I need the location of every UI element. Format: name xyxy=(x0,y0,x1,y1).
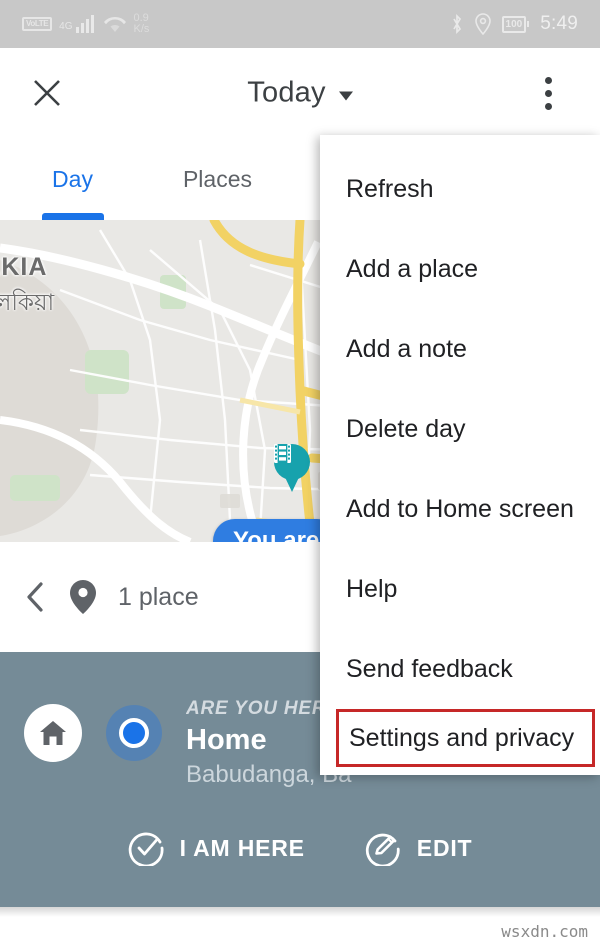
battery-indicator: 100 xyxy=(501,15,530,33)
phone-screen: VoLTE 4G 0.9 K/s 100 5:49 Today Day Plac… xyxy=(0,0,600,949)
theater-pin[interactable] xyxy=(274,444,310,492)
status-bar-right: 100 5:49 xyxy=(450,13,578,35)
tab-day[interactable]: Day xyxy=(0,138,145,220)
signal-bars-icon xyxy=(75,15,94,33)
watermark: wsxdn.com xyxy=(501,922,588,941)
overflow-dot-1 xyxy=(544,76,552,84)
app-bar: Today xyxy=(0,48,600,138)
menu-item-delete-day[interactable]: Delete day xyxy=(320,389,600,469)
tab-active-indicator xyxy=(41,213,104,220)
volte-icon: VoLTE xyxy=(22,17,53,31)
clock: 5:49 xyxy=(540,13,578,34)
status-bar-left: VoLTE 4G 0.9 K/s xyxy=(22,13,149,35)
tab-places-label: Places xyxy=(182,165,253,192)
chevron-left-icon xyxy=(27,582,43,612)
edit-pencil-circle-icon xyxy=(365,833,400,866)
app-bar-title-group: Today xyxy=(0,77,600,110)
selected-radio-icon[interactable] xyxy=(106,705,162,761)
status-bar: VoLTE 4G 0.9 K/s 100 5:49 xyxy=(0,0,600,48)
close-button[interactable] xyxy=(26,72,68,114)
page-title[interactable]: Today xyxy=(247,77,325,110)
location-icon xyxy=(474,13,491,35)
menu-item-add-to-home-screen[interactable]: Add to Home screen xyxy=(320,469,600,549)
place-count-label: 1 place xyxy=(118,582,199,611)
place-count-group[interactable]: 1 place xyxy=(70,580,199,614)
network-speed-unit: K/s xyxy=(133,23,150,35)
place-pin-icon xyxy=(70,580,96,614)
chevron-down-icon[interactable] xyxy=(338,91,353,100)
card-action-bar: I AM HERE EDIT xyxy=(0,830,600,866)
you-are-callout-label: You are xyxy=(233,527,320,542)
close-icon xyxy=(34,80,60,106)
map-label-salkia-bengali: ালকিয়া xyxy=(0,289,55,315)
menu-item-settings-and-privacy[interactable]: Settings and privacy xyxy=(336,709,595,767)
home-icon xyxy=(40,721,66,745)
home-avatar xyxy=(24,704,82,762)
card-bottom-shadow xyxy=(0,907,600,917)
previous-day-button[interactable] xyxy=(0,581,70,613)
menu-item-add-a-place[interactable]: Add a place xyxy=(320,229,600,309)
wifi-icon xyxy=(103,16,126,32)
network-type-label: 4G xyxy=(59,21,73,32)
tab-day-label: Day xyxy=(52,165,93,192)
edit-label: EDIT xyxy=(416,834,473,861)
menu-item-send-feedback[interactable]: Send feedback xyxy=(320,629,600,709)
check-circle-icon xyxy=(128,832,164,866)
theater-pin-tip xyxy=(283,473,301,492)
edit-button[interactable]: EDIT xyxy=(365,830,473,866)
overflow-dot-3 xyxy=(544,102,552,110)
menu-item-refresh[interactable]: Refresh xyxy=(320,149,600,229)
i-am-here-button[interactable]: I AM HERE xyxy=(128,830,305,866)
battery-level: 100 xyxy=(501,15,527,33)
battery-nub xyxy=(527,21,530,27)
map-label-salkia: ALKIA xyxy=(0,253,48,281)
film-strip-icon xyxy=(274,444,291,463)
selected-radio-inner xyxy=(119,718,149,748)
overflow-menu: Refresh Add a place Add a note Delete da… xyxy=(320,135,600,775)
menu-item-add-a-note[interactable]: Add a note xyxy=(320,309,600,389)
tab-places[interactable]: Places xyxy=(145,138,290,220)
overflow-dot-2 xyxy=(544,89,552,97)
i-am-here-label: I AM HERE xyxy=(179,834,305,861)
overflow-menu-button[interactable] xyxy=(530,71,566,115)
bluetooth-icon xyxy=(452,13,461,35)
network-speed: 0.9 K/s xyxy=(134,13,150,35)
menu-item-help[interactable]: Help xyxy=(320,549,600,629)
